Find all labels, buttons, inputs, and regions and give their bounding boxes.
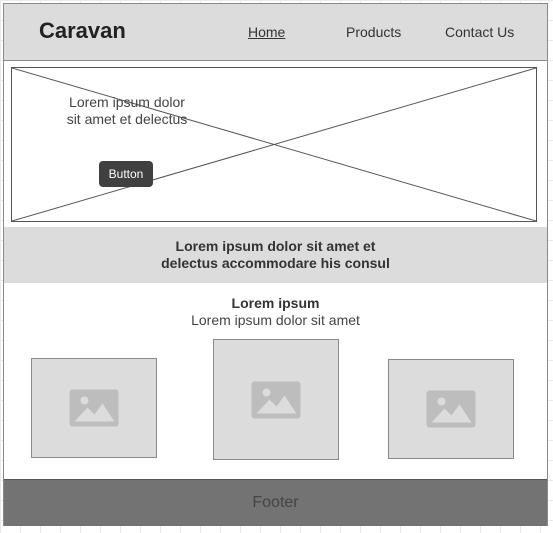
image-icon (426, 390, 476, 428)
page-frame: Caravan Home Products Contact Us Lorem i… (3, 3, 548, 526)
hero-text: Lorem ipsum dolor sit amet et delectus (66, 94, 188, 127)
footer: Footer (4, 479, 547, 526)
brand-logo[interactable]: Caravan (39, 18, 126, 44)
header: Caravan Home Products Contact Us (4, 4, 547, 61)
feature-card-2[interactable] (213, 339, 339, 460)
features-title: Lorem ipsum (231, 295, 320, 311)
hero-image-placeholder: Lorem ipsum dolor sit amet et delectus B… (11, 67, 537, 222)
feature-card-1[interactable] (31, 358, 157, 458)
hero-placeholder-cross (12, 68, 536, 221)
features-subtitle: Lorem ipsum dolor sit amet (191, 312, 360, 328)
nav-products-link[interactable]: Products (346, 24, 401, 40)
image-icon (251, 381, 301, 418)
tagline-band: Lorem ipsum dolor sit amet et delectus a… (4, 227, 547, 283)
tagline-line-1: Lorem ipsum dolor sit amet et (175, 238, 376, 254)
feature-card-3[interactable] (388, 359, 514, 459)
nav-home-link[interactable]: Home (248, 24, 285, 40)
nav-contact-link[interactable]: Contact Us (445, 24, 514, 40)
image-icon (69, 389, 119, 427)
hero-button[interactable]: Button (99, 161, 153, 187)
tagline-line-2: delectus accommodare his consul (161, 255, 390, 271)
